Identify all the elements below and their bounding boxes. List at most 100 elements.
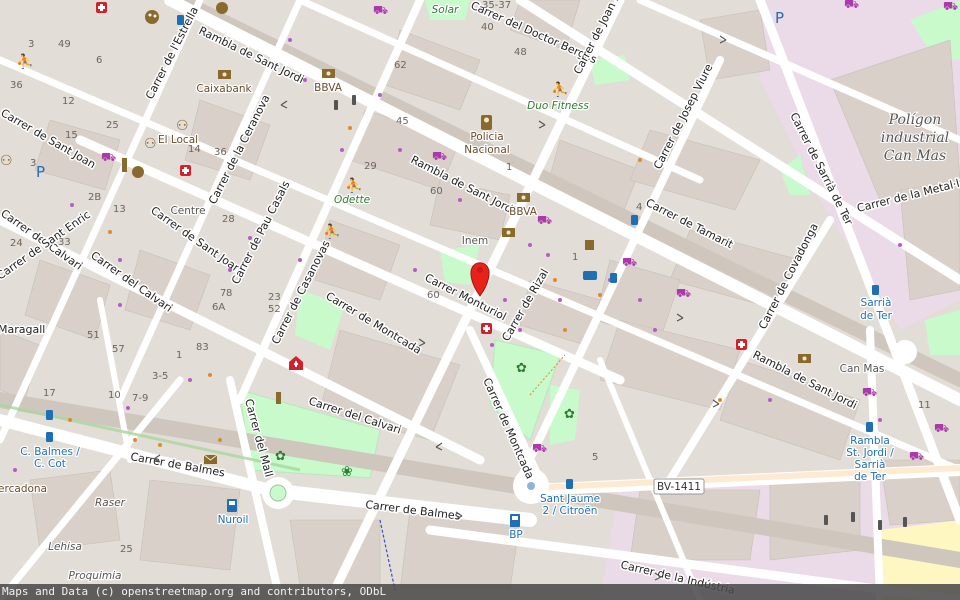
street-label-28: Maragall [0, 323, 45, 336]
house-number: 51 [87, 330, 100, 341]
stop-rambla-line-2[interactable]: St. Jordi / [845, 446, 896, 461]
house-number: 52 [268, 304, 281, 315]
pharmacy-icon-4[interactable] [96, 2, 107, 13]
house-number: 60 [427, 290, 440, 301]
poi-label-mercadona[interactable]: Mercadona [0, 482, 48, 497]
roundabout-sarria [893, 340, 917, 364]
taxi-icon[interactable] [583, 271, 597, 280]
shop-icon[interactable]: ⛟ [622, 255, 637, 269]
house-number: 2B [88, 192, 101, 203]
poi-label-duo-fitness[interactable]: Duo Fitness [526, 99, 591, 114]
map-svg[interactable]: Rambla de Sant Jordi Rambla de Sant Jord… [0, 0, 960, 600]
bank-icon-bbva-1[interactable] [322, 69, 335, 78]
bus-stop-icon[interactable] [872, 285, 879, 295]
poi-label-policia-2[interactable]: Nacional [463, 143, 511, 158]
house-number: 3-5 [152, 371, 168, 382]
fitness-icon-3[interactable]: ⛹ [323, 222, 340, 240]
shop-icon[interactable]: ⛟ [909, 449, 924, 463]
dog-park-icon[interactable]: ❀ [341, 464, 353, 480]
stop-sant-jaume-line-2[interactable]: 2 / Citroën [541, 504, 598, 519]
poi-label-bbva-1[interactable]: BBVA [313, 81, 344, 96]
playground-icon-2[interactable]: ✿ [564, 407, 575, 422]
bank-icon-3[interactable] [502, 228, 515, 237]
fuel-icon-nuroil[interactable] [227, 499, 237, 512]
stop-sant-jaume-line-1[interactable]: Sant Jaume [539, 492, 602, 507]
bank-icon-4[interactable] [798, 354, 811, 363]
shop-icon[interactable]: ⛟ [101, 150, 116, 164]
bus-stop-icon[interactable] [177, 15, 184, 25]
stop-rambla-line-4[interactable]: de Ter [853, 470, 888, 485]
bank-icon-caixabank[interactable] [218, 70, 231, 79]
fitness-icon-duo[interactable]: ⛹ [551, 80, 568, 98]
bus-stop-icon[interactable] [46, 432, 53, 442]
shop-icon[interactable]: ⛟ [532, 441, 547, 455]
poi-label-bp[interactable]: BP [508, 528, 524, 543]
playground-icon-1[interactable]: ✿ [516, 361, 527, 376]
bus-stop-icon[interactable] [631, 215, 638, 225]
memorial-icon[interactable] [276, 392, 281, 404]
area-label-line-3: Can Mas [884, 148, 946, 164]
monument-icon[interactable] [122, 158, 127, 172]
poi-label-nuroil[interactable]: Nuroil [216, 513, 249, 528]
place-of-worship-icon[interactable] [585, 240, 594, 250]
map-canvas[interactable]: Rambla de Sant Jordi Rambla de Sant Jord… [0, 0, 960, 600]
house-number: 25 [106, 120, 119, 131]
shop-icon[interactable]: ⛟ [862, 385, 877, 399]
shop-icon[interactable]: ⛟ [943, 0, 958, 13]
poi-label-policia-1[interactable]: Policia [469, 130, 505, 145]
stop-balmes-line-2[interactable]: C. Cot [33, 457, 67, 472]
bus-stop-icon[interactable] [566, 479, 573, 489]
police-icon[interactable] [481, 115, 492, 130]
poi-label-inem[interactable]: Inem [461, 234, 490, 249]
house-number: 11 [918, 400, 931, 411]
poi-label-bbva-2[interactable]: BBVA [508, 205, 539, 220]
bus-stop-icon[interactable] [46, 410, 53, 420]
shop-icon[interactable]: ⛟ [432, 149, 447, 163]
traffic-light-icon [851, 512, 855, 522]
svg-text:⚇: ⚇ [176, 118, 189, 134]
community-icon-2[interactable]: ⚇ [144, 136, 157, 152]
house-number: 49 [58, 39, 71, 50]
poi-label-centre[interactable]: Centre [169, 204, 207, 219]
stop-rambla-line-1[interactable]: Rambla [849, 434, 891, 449]
playground-icon-3[interactable]: ✿ [275, 449, 286, 464]
fitness-icon-odette[interactable]: ⛹ [345, 176, 362, 194]
fuel-icon-bp[interactable] [510, 514, 520, 527]
stop-balmes-line-1[interactable]: C. Balmes / [19, 445, 82, 460]
house-number: 3 [28, 39, 34, 50]
bus-stop-icon[interactable] [610, 273, 617, 283]
poi-label-solar[interactable]: Solar [430, 3, 460, 18]
poi-label-odette[interactable]: Odette [333, 193, 372, 208]
svg-text:⚇: ⚇ [144, 136, 157, 152]
traffic-light-icon [334, 100, 338, 110]
fitness-icon-4[interactable]: ⛹ [16, 52, 33, 70]
house-number: 24 [10, 238, 23, 249]
stop-rambla-line-3[interactable]: Sarrià [853, 458, 886, 473]
theatre-icon-1[interactable] [216, 2, 228, 14]
house-number: 83 [196, 342, 209, 353]
arts-centre-icon[interactable] [145, 10, 159, 24]
pharmacy-icon-3[interactable] [736, 339, 747, 350]
poi-label-caixabank[interactable]: Caixabank [195, 82, 254, 97]
shop-icon[interactable]: ⛟ [676, 286, 691, 300]
community-icon[interactable]: ⚇ [176, 118, 189, 134]
stop-sarria-line-1[interactable]: Sarrià [859, 296, 892, 311]
pharmacy-icon-1[interactable] [481, 323, 492, 334]
stop-sarria-line-2[interactable]: de Ter [859, 309, 894, 324]
shop-icon[interactable]: ⛟ [537, 213, 552, 227]
bank-icon-bbva-2[interactable] [517, 193, 530, 202]
house-number: 12 [62, 96, 75, 107]
parking-icon-1[interactable]: P [36, 163, 45, 181]
theatre-icon-2[interactable] [132, 166, 144, 178]
map-attribution[interactable]: Maps and Data (c) openstreetmap.org and … [0, 584, 960, 600]
bus-stop-icon[interactable] [866, 422, 873, 432]
shop-icon[interactable]: ⛟ [844, 0, 859, 11]
parking-icon-2[interactable]: P [775, 9, 784, 27]
shop-icon[interactable]: ⛟ [934, 421, 949, 435]
mail-icon[interactable] [203, 454, 218, 464]
house-number: 10 [108, 390, 121, 401]
house-number: 60 [430, 186, 443, 197]
community-icon-3[interactable]: ⚇ [0, 153, 13, 169]
pharmacy-icon-2[interactable] [180, 165, 191, 176]
shop-icon[interactable]: ⛟ [373, 3, 388, 17]
